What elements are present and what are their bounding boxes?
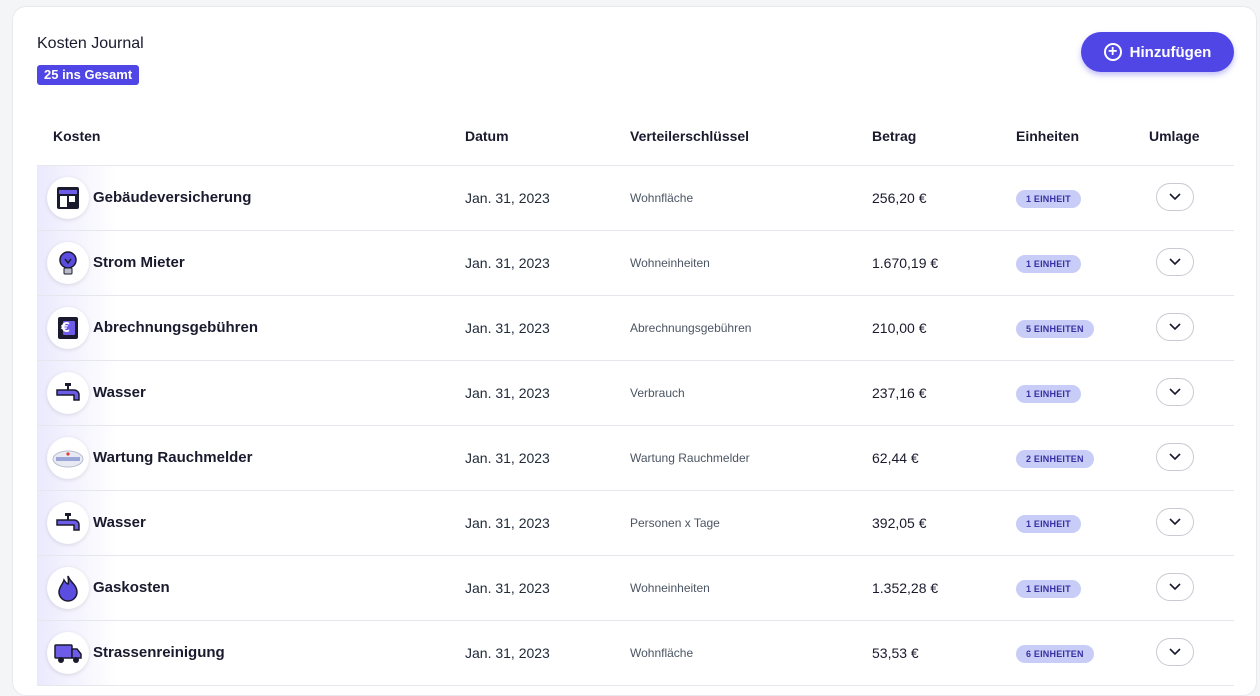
chevron-down-icon — [1169, 388, 1181, 396]
lightbulb-icon — [47, 242, 89, 284]
units-badge: 1 EINHEIT — [1016, 190, 1081, 208]
expand-allocation-button[interactable] — [1156, 638, 1194, 666]
cost-date: Jan. 31, 2023 — [465, 320, 550, 336]
expand-allocation-button[interactable] — [1156, 313, 1194, 341]
page-title: Kosten Journal — [37, 35, 144, 52]
cost-date: Jan. 31, 2023 — [465, 515, 550, 531]
chevron-down-icon — [1169, 258, 1181, 266]
plus-circle-icon: + — [1103, 43, 1122, 61]
cost-name: Strom Mieter — [93, 254, 185, 271]
expand-allocation-button[interactable] — [1156, 183, 1194, 211]
chevron-down-icon — [1169, 648, 1181, 656]
add-button-label: Hinzufügen — [1129, 43, 1212, 61]
units-badge: 1 EINHEIT — [1016, 255, 1081, 273]
cost-name: Gebäudeversicherung — [93, 189, 252, 206]
total-count-badge: 25 ins Gesamt — [37, 65, 140, 85]
expand-allocation-button[interactable] — [1156, 443, 1194, 471]
column-header-betrag[interactable]: Betrag — [872, 128, 916, 144]
distribution-key: Wohnfläche — [630, 646, 694, 660]
column-header-einheiten[interactable]: Einheiten — [1016, 128, 1079, 144]
distribution-key: Verbrauch — [630, 386, 685, 400]
cost-amount: 256,20 € — [872, 190, 927, 206]
units-badge: 1 EINHEIT — [1016, 385, 1081, 403]
distribution-key: Wohneinheiten — [630, 581, 710, 595]
cost-amount: 1.352,28 € — [872, 580, 939, 596]
units-badge: 6 EINHEITEN — [1016, 645, 1094, 663]
smoke-detector-icon — [47, 437, 89, 479]
cost-date: Jan. 31, 2023 — [465, 450, 550, 466]
units-badge: 1 EINHEIT — [1016, 515, 1081, 533]
distribution-key: Wartung Rauchmelder — [630, 451, 750, 465]
cost-name: Wartung Rauchmelder — [93, 449, 253, 466]
column-header-kosten[interactable]: Kosten — [53, 128, 100, 144]
table-row[interactable]: Strom Mieter Jan. 31, 2023 Wohneinheiten 1.… — [37, 231, 1234, 296]
faucet-icon — [47, 372, 89, 414]
table-row[interactable]: Wasser Jan. 31, 2023 Personen x Tage 392,05… — [37, 491, 1234, 556]
table-row[interactable]: Strassenreinigung Jan. 31, 2023 Wohnfläche… — [37, 621, 1234, 686]
column-header-datum[interactable]: Datum — [465, 128, 509, 144]
units-badge: 2 EINHEITEN — [1016, 450, 1094, 468]
expand-allocation-button[interactable] — [1156, 573, 1194, 601]
euro-document-icon: € — [47, 307, 89, 349]
cost-date: Jan. 31, 2023 — [465, 255, 550, 271]
table-row[interactable]: Gebäudeversicherung Jan. 31, 2023 Wohnfläc… — [37, 166, 1234, 231]
cost-amount: 392,05 € — [872, 515, 927, 531]
cost-journal-card: Kosten Journal 25 ins Gesamt + Hinzufüge… — [12, 6, 1257, 696]
table-row[interactable]: Wasser Jan. 31, 2023 Verbrauch 237,16 € 1 EI… — [37, 361, 1234, 426]
faucet-icon — [47, 502, 89, 544]
distribution-key: Wohnfläche — [630, 191, 694, 205]
svg-text:€: € — [60, 321, 70, 336]
cost-name: Wasser — [93, 514, 146, 531]
flame-icon — [47, 567, 89, 609]
column-header-verteilerschluessel[interactable]: Verteilerschlüssel — [630, 128, 749, 144]
units-badge: 1 EINHEIT — [1016, 580, 1081, 598]
cost-amount: 1.670,19 € — [872, 255, 939, 271]
cost-date: Jan. 31, 2023 — [465, 645, 550, 661]
cost-name: Strassenreinigung — [93, 644, 225, 661]
cost-table: Kosten Datum Verteilerschlüssel Betrag E… — [37, 108, 1234, 686]
chevron-down-icon — [1169, 193, 1181, 201]
chevron-down-icon — [1169, 583, 1181, 591]
cost-name: Abrechnungsgebühren — [93, 319, 259, 336]
add-button[interactable]: + Hinzufügen — [1081, 32, 1234, 72]
expand-allocation-button[interactable] — [1156, 508, 1194, 536]
expand-allocation-button[interactable] — [1156, 248, 1194, 276]
units-badge: 5 EINHEITEN — [1016, 320, 1094, 338]
table-header: Kosten Datum Verteilerschlüssel Betrag E… — [37, 108, 1234, 166]
column-header-umlage[interactable]: Umlage — [1149, 128, 1200, 144]
chevron-down-icon — [1169, 453, 1181, 461]
cost-amount: 53,53 € — [872, 645, 919, 661]
cost-name: Wasser — [93, 384, 146, 401]
cost-date: Jan. 31, 2023 — [465, 580, 550, 596]
distribution-key: Wohneinheiten — [630, 256, 710, 270]
table-row[interactable]: Wartung Rauchmelder Jan. 31, 2023 Wartung … — [37, 426, 1234, 491]
table-row[interactable]: € Abrechnungsgebühren Jan. 31, 2023 Abrechn… — [37, 296, 1234, 361]
truck-icon — [47, 632, 89, 674]
chevron-down-icon — [1169, 518, 1181, 526]
cost-amount: 62,44 € — [872, 450, 919, 466]
cost-date: Jan. 31, 2023 — [465, 190, 550, 206]
distribution-key: Personen x Tage — [630, 516, 720, 530]
distribution-key: Abrechnungsgebühren — [630, 321, 752, 335]
chevron-down-icon — [1169, 323, 1181, 331]
cost-amount: 237,16 € — [872, 385, 927, 401]
building-icon — [47, 177, 89, 219]
expand-allocation-button[interactable] — [1156, 378, 1194, 406]
table-row[interactable]: Gaskosten Jan. 31, 2023 Wohneinheiten 1.352… — [37, 556, 1234, 621]
cost-amount: 210,00 € — [872, 320, 927, 336]
cost-date: Jan. 31, 2023 — [465, 385, 550, 401]
cost-name: Gaskosten — [93, 579, 170, 596]
